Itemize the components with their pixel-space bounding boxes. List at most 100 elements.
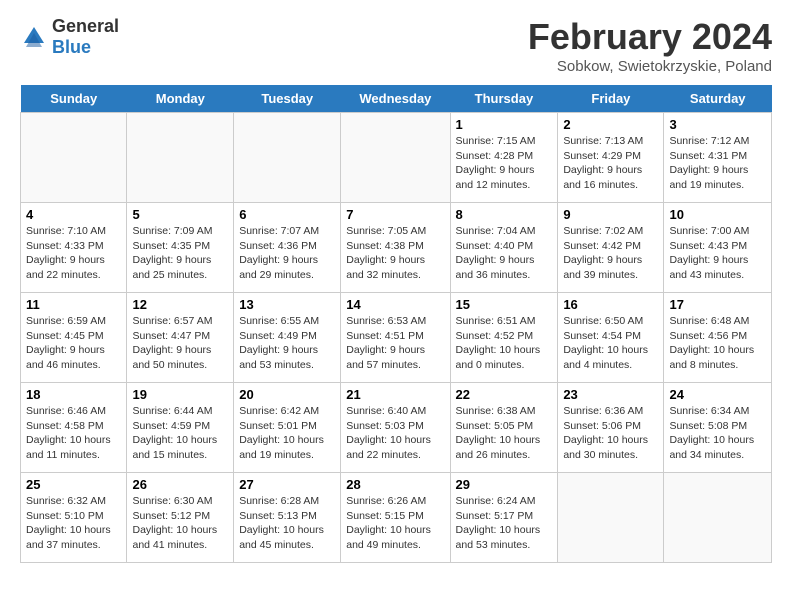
cell-content: Sunrise: 7:04 AM — [456, 224, 553, 239]
cell-content: Daylight: 10 hours — [26, 523, 121, 538]
cell-content: Sunrise: 6:59 AM — [26, 314, 121, 329]
cell-content: Sunset: 5:12 PM — [132, 509, 228, 524]
calendar-cell: 17Sunrise: 6:48 AMSunset: 4:56 PMDayligh… — [664, 293, 772, 383]
calendar-cell — [664, 473, 772, 563]
date-number: 3 — [669, 117, 766, 132]
day-header-row: SundayMondayTuesdayWednesdayThursdayFrid… — [21, 85, 772, 113]
calendar-cell: 25 Sunrise: 6:32 AMSunset: 5:10 PMDayligh… — [21, 473, 127, 563]
cell-content: Sunrise: 7:15 AM — [456, 134, 553, 149]
cell-content: Sunrise: 6:38 AM — [456, 404, 553, 419]
calendar-cell: 13Sunrise: 6:55 AMSunset: 4:49 PMDayligh… — [234, 293, 341, 383]
cell-content: Sunset: 5:17 PM — [456, 509, 553, 524]
cell-content: Sunset: 4:49 PM — [239, 329, 335, 344]
day-header-saturday: Saturday — [664, 85, 772, 113]
cell-content: Daylight: 10 hours — [669, 433, 766, 448]
cell-content: Sunset: 5:03 PM — [346, 419, 444, 434]
cell-content: Sunrise: 6:24 AM — [456, 494, 553, 509]
calendar-cell: 24Sunrise: 6:34 AMSunset: 5:08 PMDayligh… — [664, 383, 772, 473]
cell-content: Sunrise: 6:57 AM — [132, 314, 228, 329]
cell-content: and 30 minutes. — [563, 448, 658, 463]
cell-content: Sunset: 4:40 PM — [456, 239, 553, 254]
cell-content: Daylight: 9 hours — [456, 163, 553, 178]
cell-content: Sunrise: 6:42 AM — [239, 404, 335, 419]
cell-content: Sunset: 4:35 PM — [132, 239, 228, 254]
cell-content: and 19 minutes. — [669, 178, 766, 193]
cell-content: Sunrise: 7:09 AM — [132, 224, 228, 239]
date-number: 20 — [239, 387, 335, 402]
date-number: 6 — [239, 207, 335, 222]
cell-content: Sunset: 4:28 PM — [456, 149, 553, 164]
cell-content: Daylight: 10 hours — [346, 523, 444, 538]
calendar-cell: 19Sunrise: 6:44 AMSunset: 4:59 PMDayligh… — [127, 383, 234, 473]
logo-icon — [20, 23, 48, 51]
cell-content: and 39 minutes. — [563, 268, 658, 283]
calendar-cell — [341, 113, 450, 203]
cell-content: and 4 minutes. — [563, 358, 658, 373]
cell-content: Sunset: 4:51 PM — [346, 329, 444, 344]
calendar-cell: 2Sunrise: 7:13 AMSunset: 4:29 PMDaylight… — [558, 113, 664, 203]
calendar-cell: 20Sunrise: 6:42 AMSunset: 5:01 PMDayligh… — [234, 383, 341, 473]
date-number: 17 — [669, 297, 766, 312]
cell-content: Daylight: 9 hours — [346, 253, 444, 268]
cell-content: Daylight: 10 hours — [456, 343, 553, 358]
calendar-cell — [127, 113, 234, 203]
calendar-cell: 21Sunrise: 6:40 AMSunset: 5:03 PMDayligh… — [341, 383, 450, 473]
cell-content: Sunset: 4:29 PM — [563, 149, 658, 164]
logo: General Blue — [20, 16, 119, 58]
date-number: 27 — [239, 477, 335, 492]
cell-content: Sunset: 4:54 PM — [563, 329, 658, 344]
cell-content: Daylight: 9 hours — [346, 343, 444, 358]
calendar-cell: 8Sunrise: 7:04 AMSunset: 4:40 PMDaylight… — [450, 203, 558, 293]
cell-content: and 53 minutes. — [239, 358, 335, 373]
date-number: 8 — [456, 207, 553, 222]
calendar-cell — [234, 113, 341, 203]
cell-content: Daylight: 9 hours — [132, 253, 228, 268]
cell-content: Sunrise: 6:53 AM — [346, 314, 444, 329]
calendar-cell: 28Sunrise: 6:26 AMSunset: 5:15 PMDayligh… — [341, 473, 450, 563]
date-number: 12 — [132, 297, 228, 312]
cell-content: and 32 minutes. — [346, 268, 444, 283]
date-number: 28 — [346, 477, 444, 492]
date-number: 4 — [26, 207, 121, 222]
calendar-cell: 22Sunrise: 6:38 AMSunset: 5:05 PMDayligh… — [450, 383, 558, 473]
cell-content: and 19 minutes. — [239, 448, 335, 463]
cell-content: and 36 minutes. — [456, 268, 553, 283]
cell-content: and 41 minutes. — [132, 538, 228, 553]
date-number: 9 — [563, 207, 658, 222]
cell-content: Sunset: 5:05 PM — [456, 419, 553, 434]
cell-content: Sunset: 4:59 PM — [132, 419, 228, 434]
cell-content: Daylight: 9 hours — [132, 343, 228, 358]
cell-content: and 50 minutes. — [132, 358, 228, 373]
cell-content: Sunset: 4:58 PM — [26, 419, 121, 434]
cell-content: and 34 minutes. — [669, 448, 766, 463]
calendar-cell: 23Sunrise: 6:36 AMSunset: 5:06 PMDayligh… — [558, 383, 664, 473]
date-number: 29 — [456, 477, 553, 492]
date-number: 25 — [26, 477, 121, 492]
calendar-cell — [21, 113, 127, 203]
cell-content: Sunset: 4:45 PM — [26, 329, 121, 344]
calendar-cell: 16Sunrise: 6:50 AMSunset: 4:54 PMDayligh… — [558, 293, 664, 383]
cell-content: and 0 minutes. — [456, 358, 553, 373]
cell-content: Daylight: 10 hours — [132, 523, 228, 538]
date-number: 10 — [669, 207, 766, 222]
cell-content: Sunrise: 6:26 AM — [346, 494, 444, 509]
cell-content: Sunset: 4:43 PM — [669, 239, 766, 254]
calendar-cell: 18Sunrise: 6:46 AMSunset: 4:58 PMDayligh… — [21, 383, 127, 473]
cell-content: Sunrise: 6:46 AM — [26, 404, 121, 419]
cell-content: Sunrise: 6:32 AM — [26, 494, 121, 509]
cell-content: Sunset: 5:10 PM — [26, 509, 121, 524]
date-number: 15 — [456, 297, 553, 312]
date-number: 22 — [456, 387, 553, 402]
cell-content: Sunrise: 6:40 AM — [346, 404, 444, 419]
cell-content: Daylight: 10 hours — [26, 433, 121, 448]
cell-content: and 37 minutes. — [26, 538, 121, 553]
subtitle: Sobkow, Swietokrzyskie, Poland — [528, 58, 772, 75]
logo-blue-text: Blue — [52, 37, 91, 57]
cell-content: Daylight: 9 hours — [669, 253, 766, 268]
cell-content: Sunset: 4:36 PM — [239, 239, 335, 254]
cell-content: Daylight: 10 hours — [456, 523, 553, 538]
week-row-2: 4Sunrise: 7:10 AMSunset: 4:33 PMDaylight… — [21, 203, 772, 293]
main-title: February 2024 — [528, 16, 772, 58]
cell-content: Sunset: 5:01 PM — [239, 419, 335, 434]
cell-content: Sunset: 4:38 PM — [346, 239, 444, 254]
